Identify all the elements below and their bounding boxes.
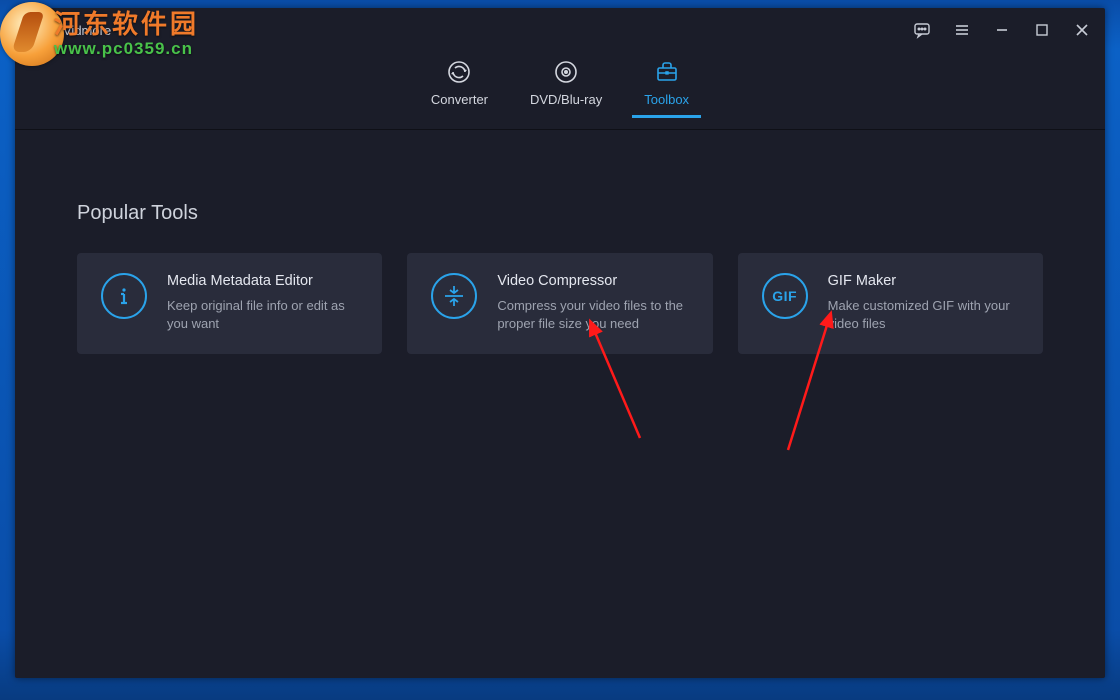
tab-converter[interactable]: Converter — [419, 52, 500, 117]
card-desc: Compress your video files to the proper … — [497, 297, 690, 332]
section-title: Popular Tools — [77, 202, 1043, 225]
tabstrip: Converter DVD/Blu-ray Toolbox — [15, 52, 1105, 130]
card-title: GIF Maker — [828, 273, 1021, 289]
feedback-button[interactable] — [909, 17, 935, 43]
tab-toolbox-label: Toolbox — [644, 92, 689, 107]
content-area: Popular Tools Media Metadata Editor Keep… — [15, 130, 1105, 354]
card-metadata-editor[interactable]: Media Metadata Editor Keep original file… — [77, 253, 382, 354]
card-text: Media Metadata Editor Keep original file… — [167, 273, 360, 332]
app-title: Vidmore — [63, 23, 111, 38]
tab-toolbox[interactable]: Toolbox — [632, 52, 701, 117]
cards-row: Media Metadata Editor Keep original file… — [77, 253, 1043, 354]
titlebar: Vidmore — [15, 8, 1105, 52]
card-gif-maker[interactable]: GIF GIF Maker Make customized GIF with y… — [738, 253, 1043, 354]
dvd-icon — [553, 58, 579, 86]
window-controls — [909, 17, 1095, 43]
minimize-button[interactable] — [989, 17, 1015, 43]
app-window: Vidmore — [15, 8, 1105, 678]
tab-dvd-label: DVD/Blu-ray — [530, 92, 602, 107]
card-desc: Make customized GIF with your video file… — [828, 297, 1021, 332]
menu-button[interactable] — [949, 17, 975, 43]
card-text: GIF Maker Make customized GIF with your … — [828, 273, 1021, 332]
maximize-button[interactable] — [1029, 17, 1055, 43]
gif-badge-text: GIF — [772, 288, 797, 304]
info-icon — [101, 273, 147, 319]
tab-dvd[interactable]: DVD/Blu-ray — [518, 52, 614, 117]
card-text: Video Compressor Compress your video fil… — [497, 273, 690, 332]
tab-converter-label: Converter — [431, 92, 488, 107]
close-button[interactable] — [1069, 17, 1095, 43]
card-title: Video Compressor — [497, 273, 690, 289]
card-desc: Keep original file info or edit as you w… — [167, 297, 360, 332]
converter-icon — [446, 58, 472, 86]
compress-icon — [431, 273, 477, 319]
watermark-logo-icon — [0, 2, 64, 66]
card-title: Media Metadata Editor — [167, 273, 360, 289]
card-video-compressor[interactable]: Video Compressor Compress your video fil… — [407, 253, 712, 354]
toolbox-icon — [654, 58, 680, 86]
gif-icon: GIF — [762, 273, 808, 319]
